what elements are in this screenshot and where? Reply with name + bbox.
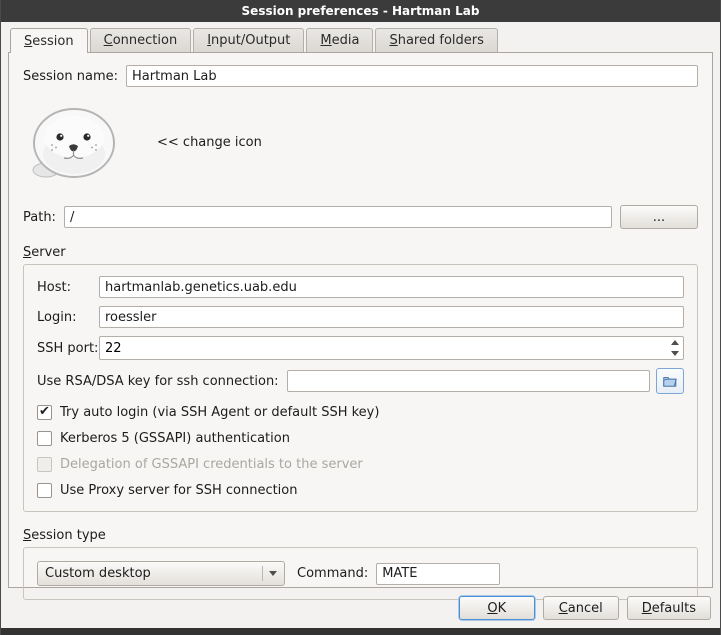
tab-label: Input/Output xyxy=(207,33,290,48)
defaults-label: Defaults xyxy=(642,601,696,616)
defaults-button[interactable]: Defaults xyxy=(627,596,711,620)
session-type-dropdown[interactable]: Custom desktop xyxy=(37,561,285,586)
path-label: Path: xyxy=(23,210,56,225)
login-input[interactable] xyxy=(99,306,684,328)
checkbox-kerberos[interactable]: Kerberos 5 (GSSAPI) authentication xyxy=(37,431,684,446)
ssh-port-input[interactable] xyxy=(100,337,667,359)
rsa-key-label: Use RSA/DSA key for ssh connection: xyxy=(37,374,279,389)
path-browse-button[interactable]: ... xyxy=(620,205,698,229)
checkbox-proxy[interactable]: Use Proxy server for SSH connection xyxy=(37,483,684,498)
session-icon-button[interactable] xyxy=(29,103,119,181)
tab-connection[interactable]: Connection xyxy=(90,28,192,52)
folder-open-icon xyxy=(663,374,677,389)
command-input[interactable] xyxy=(376,563,500,585)
cancel-label: Cancel xyxy=(559,601,603,616)
rsa-key-input[interactable] xyxy=(287,370,650,392)
checkbox-box[interactable] xyxy=(37,483,52,498)
checkbox-box[interactable]: ✔ xyxy=(37,405,52,420)
tab-media[interactable]: Media xyxy=(306,28,373,52)
spin-up-icon xyxy=(671,340,679,345)
tab-label: Media xyxy=(320,33,359,48)
host-input[interactable] xyxy=(99,276,684,298)
login-label: Login: xyxy=(37,310,99,325)
tab-shared-folders[interactable]: Shared folders xyxy=(375,28,497,52)
session-type-group-title: Session type xyxy=(23,528,106,543)
checkbox-label: Delegation of GSSAPI credentials to the … xyxy=(60,457,363,472)
session-tab-page: Session name: xyxy=(8,52,713,588)
ok-button[interactable]: OK xyxy=(459,596,535,620)
rsa-key-browse-button[interactable] xyxy=(656,368,684,394)
session-name-label: Session name: xyxy=(23,69,118,84)
dialog-footer: OK Cancel Defaults xyxy=(8,588,713,628)
window-bottom-border xyxy=(1,628,720,635)
ssh-port-label: SSH port: xyxy=(37,341,99,356)
change-icon-label: << change icon xyxy=(157,135,262,150)
ssh-port-spinner xyxy=(99,336,684,360)
command-label: Command: xyxy=(297,566,368,581)
ok-label: OK xyxy=(487,601,506,616)
path-browse-label: ... xyxy=(653,210,665,225)
server-group-title: Server xyxy=(23,245,66,260)
session-preferences-dialog: Session preferences - Hartman Lab Sessio… xyxy=(0,0,721,635)
spin-up-button[interactable] xyxy=(667,337,683,348)
dialog-body: Session Connection Input/Output Media Sh… xyxy=(1,22,720,628)
session-type-selected: Custom desktop xyxy=(45,566,258,581)
tab-bar: Session Connection Input/Output Media Sh… xyxy=(10,28,713,52)
tab-input-output[interactable]: Input/Output xyxy=(193,28,304,52)
host-label: Host: xyxy=(37,280,99,295)
checkbox-box xyxy=(37,457,52,472)
tab-label: Shared folders xyxy=(389,33,483,48)
checkbox-label: Use Proxy server for SSH connection xyxy=(60,483,298,498)
tab-label: Session xyxy=(24,34,74,49)
checkbox-label: Kerberos 5 (GSSAPI) authentication xyxy=(60,431,290,446)
server-group: Host: Login: SSH port: xyxy=(23,264,698,512)
checkbox-auto-login[interactable]: ✔ Try auto login (via SSH Agent or defau… xyxy=(37,405,684,420)
dropdown-separator xyxy=(262,566,263,581)
tab-label: Connection xyxy=(104,33,178,48)
checkbox-label: Try auto login (via SSH Agent or default… xyxy=(60,405,379,420)
session-name-input[interactable] xyxy=(126,65,698,87)
tab-session[interactable]: Session xyxy=(10,28,88,53)
checkbox-box[interactable] xyxy=(37,431,52,446)
cancel-button[interactable]: Cancel xyxy=(543,596,619,620)
spin-down-icon xyxy=(671,351,679,356)
titlebar[interactable]: Session preferences - Hartman Lab xyxy=(1,0,720,22)
spin-down-button[interactable] xyxy=(667,348,683,359)
checkbox-gssapi-delegation: Delegation of GSSAPI credentials to the … xyxy=(37,457,684,472)
dropdown-arrow-icon xyxy=(269,571,277,576)
path-input[interactable] xyxy=(64,206,612,228)
window-title: Session preferences - Hartman Lab xyxy=(242,4,480,18)
seal-mascot-icon xyxy=(30,104,118,180)
checkmark-icon: ✔ xyxy=(39,405,50,418)
